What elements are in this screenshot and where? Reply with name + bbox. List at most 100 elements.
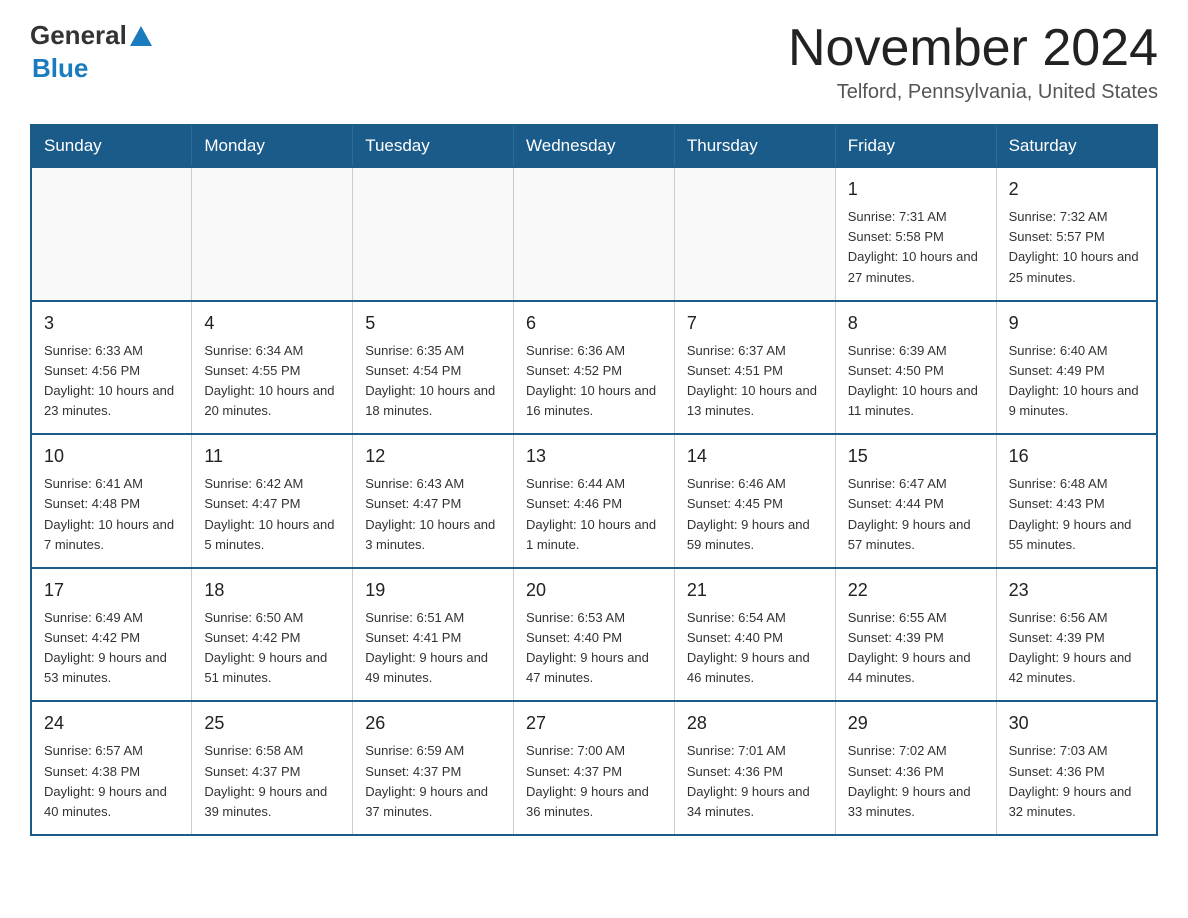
calendar-cell: 19 Sunrise: 6:51 AMSunset: 4:41 PMDayligh… — [353, 568, 514, 702]
day-number: 27 — [526, 710, 662, 737]
day-number: 23 — [1009, 577, 1144, 604]
calendar-cell: 25 Sunrise: 6:58 AMSunset: 4:37 PMDayligh… — [192, 701, 353, 835]
logo-text: General — [30, 20, 152, 51]
calendar-cell: 24 Sunrise: 6:57 AMSunset: 4:38 PMDayligh… — [31, 701, 192, 835]
calendar-cell: 15Sunrise: 6:47 AMSunset: 4:44 PMDayligh… — [835, 434, 996, 568]
calendar-cell: 29 Sunrise: 7:02 AMSunset: 4:36 PMDayligh… — [835, 701, 996, 835]
weekday-header-thursday: Thursday — [674, 125, 835, 167]
weekday-header-friday: Friday — [835, 125, 996, 167]
calendar-week-row: 17 Sunrise: 6:49 AMSunset: 4:42 PMDayligh… — [31, 568, 1157, 702]
day-number: 17 — [44, 577, 179, 604]
calendar-cell: 21Sunrise: 6:54 AMSunset: 4:40 PMDayligh… — [674, 568, 835, 702]
day-info: Sunrise: 6:36 AMSunset: 4:52 PMDaylight:… — [526, 341, 662, 422]
calendar-cell: 23Sunrise: 6:56 AMSunset: 4:39 PMDayligh… — [996, 568, 1157, 702]
calendar-cell: 7 Sunrise: 6:37 AMSunset: 4:51 PMDaylight… — [674, 301, 835, 435]
calendar-week-row: 24 Sunrise: 6:57 AMSunset: 4:38 PMDayligh… — [31, 701, 1157, 835]
day-number: 8 — [848, 310, 984, 337]
title-area: November 2024 Telford, Pennsylvania, Uni… — [788, 20, 1158, 104]
calendar-week-row: 3 Sunrise: 6:33 AMSunset: 4:56 PMDaylight… — [31, 301, 1157, 435]
calendar-cell: 1Sunrise: 7:31 AMSunset: 5:58 PMDaylight… — [835, 167, 996, 301]
calendar-cell: 4 Sunrise: 6:34 AMSunset: 4:55 PMDaylight… — [192, 301, 353, 435]
weekday-header-wednesday: Wednesday — [514, 125, 675, 167]
day-number: 7 — [687, 310, 823, 337]
weekday-header-saturday: Saturday — [996, 125, 1157, 167]
calendar-cell: 14Sunrise: 6:46 AMSunset: 4:45 PMDayligh… — [674, 434, 835, 568]
calendar-cell — [31, 167, 192, 301]
calendar-cell: 27 Sunrise: 7:00 AMSunset: 4:37 PMDayligh… — [514, 701, 675, 835]
day-info: Sunrise: 7:02 AMSunset: 4:36 PMDaylight:… — [848, 741, 984, 822]
day-number: 5 — [365, 310, 501, 337]
day-number: 14 — [687, 443, 823, 470]
day-number: 20 — [526, 577, 662, 604]
day-number: 19 — [365, 577, 501, 604]
day-number: 13 — [526, 443, 662, 470]
calendar-table: SundayMondayTuesdayWednesdayThursdayFrid… — [30, 124, 1158, 836]
calendar-cell: 20Sunrise: 6:53 AMSunset: 4:40 PMDayligh… — [514, 568, 675, 702]
logo: General Blue — [30, 20, 152, 84]
day-number: 9 — [1009, 310, 1144, 337]
day-info: Sunrise: 6:57 AMSunset: 4:38 PMDaylight:… — [44, 741, 179, 822]
weekday-header-row: SundayMondayTuesdayWednesdayThursdayFrid… — [31, 125, 1157, 167]
day-info: Sunrise: 6:47 AMSunset: 4:44 PMDaylight:… — [848, 474, 984, 555]
page-header: General Blue November 2024 Telford, Penn… — [30, 20, 1158, 104]
weekday-header-tuesday: Tuesday — [353, 125, 514, 167]
calendar-cell: 6 Sunrise: 6:36 AMSunset: 4:52 PMDaylight… — [514, 301, 675, 435]
calendar-cell: 3 Sunrise: 6:33 AMSunset: 4:56 PMDaylight… — [31, 301, 192, 435]
day-info: Sunrise: 6:54 AMSunset: 4:40 PMDaylight:… — [687, 608, 823, 689]
day-number: 4 — [204, 310, 340, 337]
day-number: 30 — [1009, 710, 1144, 737]
day-number: 28 — [687, 710, 823, 737]
day-info: Sunrise: 6:48 AMSunset: 4:43 PMDaylight:… — [1009, 474, 1144, 555]
calendar-cell: 18Sunrise: 6:50 AMSunset: 4:42 PMDayligh… — [192, 568, 353, 702]
calendar-cell: 11Sunrise: 6:42 AMSunset: 4:47 PMDayligh… — [192, 434, 353, 568]
day-info: Sunrise: 6:59 AMSunset: 4:37 PMDaylight:… — [365, 741, 501, 822]
calendar-cell — [514, 167, 675, 301]
logo-general-text: General — [30, 20, 127, 51]
calendar-cell: 5Sunrise: 6:35 AMSunset: 4:54 PMDaylight… — [353, 301, 514, 435]
logo-triangle-icon — [130, 26, 152, 46]
day-info: Sunrise: 6:44 AMSunset: 4:46 PMDaylight:… — [526, 474, 662, 555]
day-number: 11 — [204, 443, 340, 470]
day-number: 18 — [204, 577, 340, 604]
day-number: 26 — [365, 710, 501, 737]
calendar-cell: 17 Sunrise: 6:49 AMSunset: 4:42 PMDayligh… — [31, 568, 192, 702]
calendar-cell: 13 Sunrise: 6:44 AMSunset: 4:46 PMDayligh… — [514, 434, 675, 568]
day-info: Sunrise: 7:01 AMSunset: 4:36 PMDaylight:… — [687, 741, 823, 822]
day-info: Sunrise: 7:32 AMSunset: 5:57 PMDaylight:… — [1009, 207, 1144, 288]
calendar-week-row: 10 Sunrise: 6:41 AMSunset: 4:48 PMDayligh… — [31, 434, 1157, 568]
day-info: Sunrise: 6:55 AMSunset: 4:39 PMDaylight:… — [848, 608, 984, 689]
weekday-header-sunday: Sunday — [31, 125, 192, 167]
day-info: Sunrise: 6:43 AMSunset: 4:47 PMDaylight:… — [365, 474, 501, 555]
day-number: 22 — [848, 577, 984, 604]
calendar-cell: 12Sunrise: 6:43 AMSunset: 4:47 PMDayligh… — [353, 434, 514, 568]
day-info: Sunrise: 6:34 AMSunset: 4:55 PMDaylight:… — [204, 341, 340, 422]
day-number: 29 — [848, 710, 984, 737]
day-info: Sunrise: 6:58 AMSunset: 4:37 PMDaylight:… — [204, 741, 340, 822]
day-info: Sunrise: 7:00 AMSunset: 4:37 PMDaylight:… — [526, 741, 662, 822]
day-info: Sunrise: 6:33 AMSunset: 4:56 PMDaylight:… — [44, 341, 179, 422]
day-number: 25 — [204, 710, 340, 737]
month-title: November 2024 — [788, 20, 1158, 77]
day-info: Sunrise: 6:40 AMSunset: 4:49 PMDaylight:… — [1009, 341, 1144, 422]
calendar-cell: 8Sunrise: 6:39 AMSunset: 4:50 PMDaylight… — [835, 301, 996, 435]
calendar-cell — [353, 167, 514, 301]
calendar-cell: 28 Sunrise: 7:01 AMSunset: 4:36 PMDayligh… — [674, 701, 835, 835]
day-info: Sunrise: 6:51 AMSunset: 4:41 PMDaylight:… — [365, 608, 501, 689]
day-number: 10 — [44, 443, 179, 470]
calendar-cell — [192, 167, 353, 301]
calendar-cell: 30 Sunrise: 7:03 AMSunset: 4:36 PMDayligh… — [996, 701, 1157, 835]
day-number: 16 — [1009, 443, 1144, 470]
day-info: Sunrise: 6:49 AMSunset: 4:42 PMDaylight:… — [44, 608, 179, 689]
logo-triangle — [130, 26, 152, 46]
location-title: Telford, Pennsylvania, United States — [788, 81, 1158, 104]
calendar-cell: 26 Sunrise: 6:59 AMSunset: 4:37 PMDayligh… — [353, 701, 514, 835]
day-number: 3 — [44, 310, 179, 337]
day-number: 24 — [44, 710, 179, 737]
calendar-cell — [674, 167, 835, 301]
day-number: 6 — [526, 310, 662, 337]
calendar-cell: 16 Sunrise: 6:48 AMSunset: 4:43 PMDayligh… — [996, 434, 1157, 568]
day-info: Sunrise: 6:37 AMSunset: 4:51 PMDaylight:… — [687, 341, 823, 422]
calendar-cell: 9 Sunrise: 6:40 AMSunset: 4:49 PMDaylight… — [996, 301, 1157, 435]
day-info: Sunrise: 6:41 AMSunset: 4:48 PMDaylight:… — [44, 474, 179, 555]
day-info: Sunrise: 7:03 AMSunset: 4:36 PMDaylight:… — [1009, 741, 1144, 822]
